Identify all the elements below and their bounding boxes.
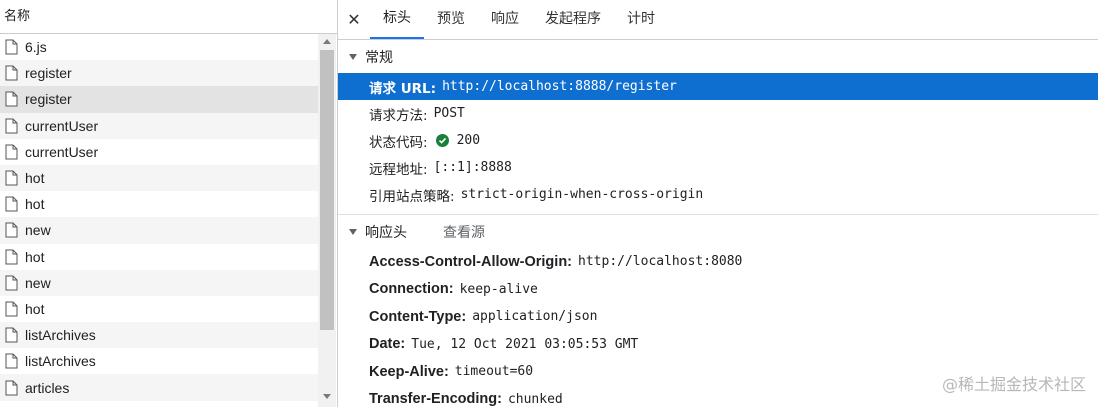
request-method-label: 请求方法: — [369, 104, 428, 124]
view-source-link[interactable]: 查看源 — [443, 222, 485, 242]
status-code-label: 状态代码: — [369, 131, 428, 151]
response-header-key: Date: — [369, 336, 405, 352]
vertical-scrollbar[interactable] — [318, 34, 336, 407]
scrollbar-thumb[interactable] — [320, 50, 334, 330]
file-icon — [5, 222, 18, 238]
request-name: new — [25, 275, 51, 291]
collapse-triangle-icon — [349, 54, 357, 60]
request-list: 6.js register register currentUser currentUs… — [0, 34, 318, 401]
collapse-triangle-icon — [349, 229, 357, 235]
response-header-key: Transfer-Encoding: — [369, 391, 502, 407]
file-icon — [5, 170, 18, 186]
request-url-label: 请求 URL: — [369, 77, 436, 97]
request-name: new — [25, 222, 51, 238]
request-url-row[interactable]: 请求 URL: http://localhost:8888/register — [338, 73, 1098, 100]
general-section-title: 常规 — [365, 47, 393, 67]
tab-0[interactable]: 标头 — [370, 0, 424, 39]
response-header-row: Connection: keep-alive — [338, 276, 1098, 304]
request-list-item[interactable]: new — [0, 270, 318, 296]
status-code-row: 状态代码: 200 — [338, 127, 1098, 154]
file-icon — [5, 327, 18, 343]
request-list-pane: 名称 6.js register register currentUser curren… — [0, 0, 338, 407]
request-name: hot — [25, 301, 44, 317]
response-header-row: Access-Control-Allow-Origin: http://local… — [338, 248, 1098, 276]
request-url-value: http://localhost:8888/register — [442, 79, 677, 94]
file-icon — [5, 39, 18, 55]
remote-address-row: 远程地址: [::1]:8888 — [338, 154, 1098, 181]
request-name: currentUser — [25, 144, 98, 160]
request-name: currentUser — [25, 118, 98, 134]
request-list-item[interactable]: new — [0, 217, 318, 243]
status-code-value: 200 — [457, 133, 480, 148]
status-ok-icon — [436, 134, 449, 147]
request-name: register — [25, 91, 72, 107]
file-icon — [5, 380, 18, 396]
request-list-item[interactable]: currentUser — [0, 113, 318, 139]
file-icon — [5, 301, 18, 317]
response-header-value: keep-alive — [460, 282, 538, 297]
request-list-item[interactable]: register — [0, 60, 318, 86]
request-method-row: 请求方法: POST — [338, 100, 1098, 127]
request-name: hot — [25, 196, 44, 212]
request-list-item[interactable]: 6.js — [0, 34, 318, 60]
response-headers-section-header[interactable]: 响应头 查看源 — [338, 215, 1098, 248]
response-header-value: Tue, 12 Oct 2021 03:05:53 GMT — [411, 337, 638, 352]
request-list-item[interactable]: listArchives — [0, 348, 318, 374]
request-name: articles — [25, 380, 69, 396]
remote-address-value: [::1]:8888 — [434, 160, 512, 175]
response-header-key: Connection: — [369, 281, 454, 297]
remote-address-label: 远程地址: — [369, 158, 428, 178]
response-header-key: Access-Control-Allow-Origin: — [369, 254, 572, 270]
response-headers-title: 响应头 — [365, 222, 407, 242]
tab-1[interactable]: 预览 — [424, 0, 478, 39]
request-list-item[interactable]: hot — [0, 165, 318, 191]
file-icon — [5, 65, 18, 81]
file-icon — [5, 196, 18, 212]
file-icon — [5, 118, 18, 134]
close-icon[interactable]: ✕ — [338, 0, 370, 39]
file-icon — [5, 249, 18, 265]
scroll-down-arrow-icon[interactable] — [318, 389, 336, 403]
tab-2[interactable]: 响应 — [478, 0, 532, 39]
response-header-value: chunked — [508, 392, 563, 407]
request-name: register — [25, 65, 72, 81]
file-icon — [5, 91, 18, 107]
referrer-policy-value: strict-origin-when-cross-origin — [461, 187, 704, 202]
request-list-item[interactable]: articles — [0, 374, 318, 400]
file-icon — [5, 275, 18, 291]
name-column-header[interactable]: 名称 — [0, 0, 337, 34]
tab-4[interactable]: 计时 — [614, 0, 668, 39]
response-header-value: application/json — [472, 309, 597, 324]
request-list-item[interactable]: currentUser — [0, 139, 318, 165]
request-list-item[interactable]: hot — [0, 191, 318, 217]
referrer-policy-label: 引用站点策略: — [369, 185, 455, 205]
request-name: 6.js — [25, 39, 47, 55]
response-header-key: Content-Type: — [369, 309, 466, 325]
response-header-row: Date: Tue, 12 Oct 2021 03:05:53 GMT — [338, 331, 1098, 359]
file-icon — [5, 144, 18, 160]
request-method-value: POST — [434, 106, 465, 121]
response-header-key: Keep-Alive: — [369, 364, 449, 380]
request-name: hot — [25, 249, 44, 265]
file-icon — [5, 353, 18, 369]
response-header-value: timeout=60 — [455, 364, 533, 379]
request-list-item[interactable]: register — [0, 86, 318, 112]
details-tab-bar: ✕ 标头预览响应发起程序计时 — [338, 0, 1098, 40]
request-list-item[interactable]: hot — [0, 244, 318, 270]
response-header-row: Content-Type: application/json — [338, 303, 1098, 331]
tab-3[interactable]: 发起程序 — [532, 0, 614, 39]
scroll-up-arrow-icon[interactable] — [318, 34, 336, 48]
watermark: @稀土掘金技术社区 — [942, 371, 1086, 395]
request-list-item[interactable]: listArchives — [0, 322, 318, 348]
response-header-value: http://localhost:8080 — [578, 254, 742, 269]
details-pane: ✕ 标头预览响应发起程序计时 常规 请求 URL: http://localho… — [338, 0, 1098, 407]
request-name: listArchives — [25, 327, 96, 343]
request-name: listArchives — [25, 353, 96, 369]
request-list-item[interactable]: hot — [0, 296, 318, 322]
referrer-policy-row: 引用站点策略: strict-origin-when-cross-origin — [338, 181, 1098, 208]
general-section-header[interactable]: 常规 — [338, 40, 1098, 73]
request-name: hot — [25, 170, 44, 186]
